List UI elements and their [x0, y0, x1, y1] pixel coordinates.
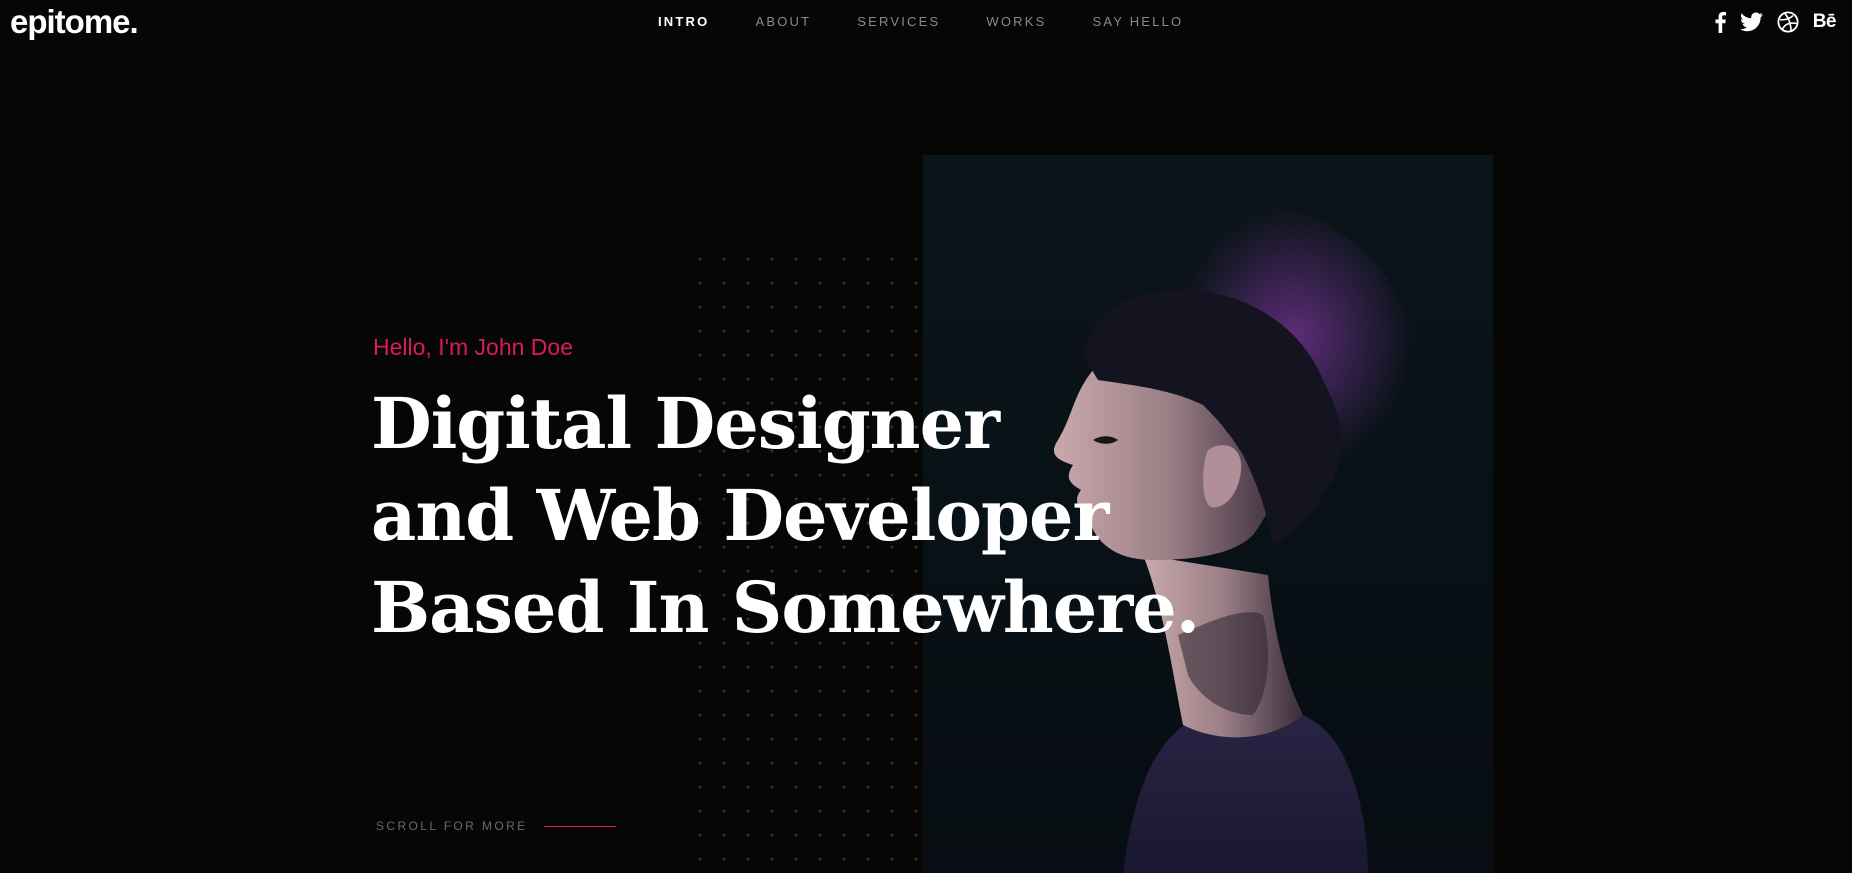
scroll-label: SCROLL FOR MORE — [376, 819, 528, 833]
twitter-icon[interactable] — [1739, 11, 1763, 33]
social-links: Bē — [1715, 11, 1837, 33]
dribbble-icon[interactable] — [1777, 11, 1799, 33]
nav-item-intro[interactable]: INTRO — [658, 14, 709, 30]
behance-icon[interactable]: Bē — [1813, 11, 1837, 33]
headline-line-2: and Web Developer — [371, 474, 1109, 557]
main-nav: INTRO ABOUT SERVICES WORKS SAY HELLO — [658, 14, 1229, 30]
nav-item-about[interactable]: ABOUT — [755, 14, 811, 30]
site-logo[interactable]: epitome. — [10, 2, 139, 42]
intro-greeting: Hello, I'm John Doe — [373, 334, 573, 360]
scroll-line — [543, 825, 616, 827]
headline-line-3: Based In Somewhere. — [371, 566, 1200, 649]
nav-item-say-hello[interactable]: SAY HELLO — [1092, 14, 1183, 30]
facebook-icon[interactable] — [1715, 11, 1726, 33]
headline-line-1: Digital Designer — [371, 382, 1000, 465]
nav-item-works[interactable]: WORKS — [986, 14, 1046, 30]
hero-headline: Digital Designer and Web Developer Based… — [371, 378, 1200, 654]
nav-item-services[interactable]: SERVICES — [857, 14, 940, 30]
scroll-indicator[interactable]: SCROLL FOR MORE — [376, 819, 616, 833]
